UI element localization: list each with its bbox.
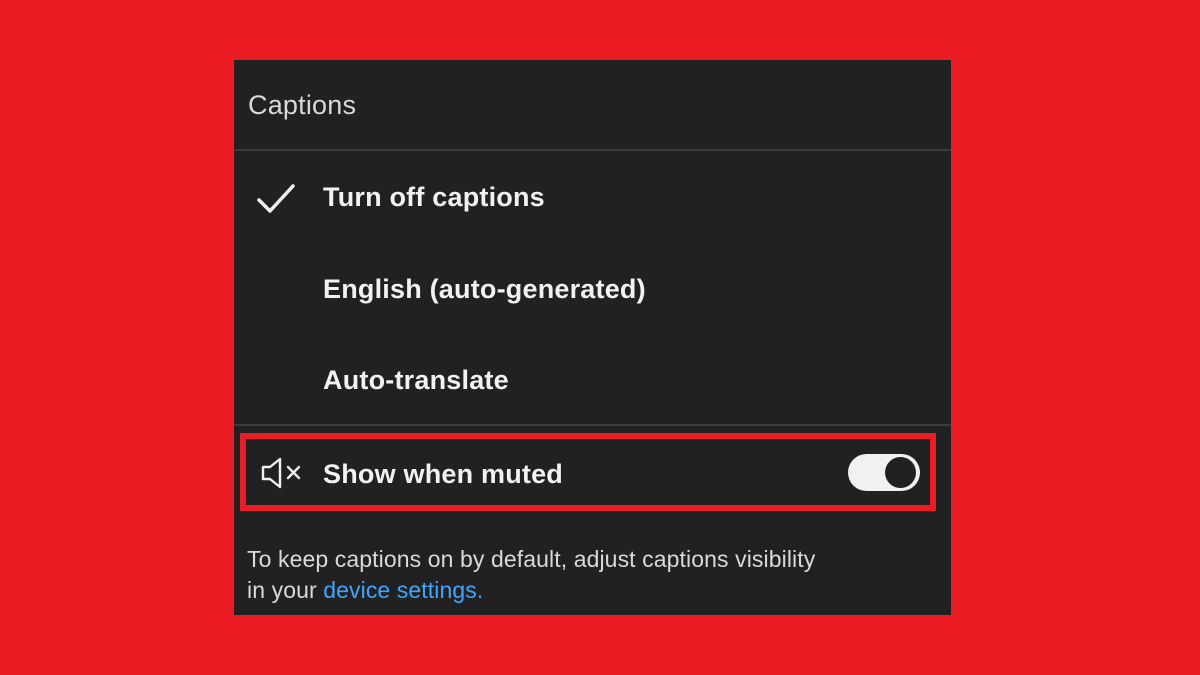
toggle-knob (885, 457, 916, 488)
footnote-suffix: . (476, 577, 484, 603)
option-label: Auto-translate (323, 365, 509, 395)
option-turn-off-captions[interactable]: Turn off captions (234, 152, 951, 242)
panel-title: Captions (248, 90, 357, 120)
volume-muted-icon (261, 457, 301, 489)
captions-panel: Captions Turn off captions English (auto… (234, 60, 951, 615)
option-label: Turn off captions (323, 182, 545, 212)
divider (234, 424, 951, 426)
captions-panel-header: Captions (234, 60, 951, 151)
show-when-muted-label: Show when muted (323, 459, 564, 489)
show-when-muted-row[interactable]: Show when muted (240, 433, 936, 511)
option-auto-translate[interactable]: Auto-translate (234, 334, 951, 424)
device-settings-link[interactable]: device settings (323, 577, 477, 603)
captions-footnote: To keep captions on by default, adjust c… (247, 544, 947, 606)
option-english-auto-generated[interactable]: English (auto-generated) (234, 243, 951, 333)
footnote-line1: To keep captions on by default, adjust c… (247, 546, 816, 572)
show-when-muted-toggle[interactable] (848, 454, 920, 491)
option-label: English (auto-generated) (323, 274, 646, 304)
footnote-line2-prefix: in your (247, 577, 324, 603)
